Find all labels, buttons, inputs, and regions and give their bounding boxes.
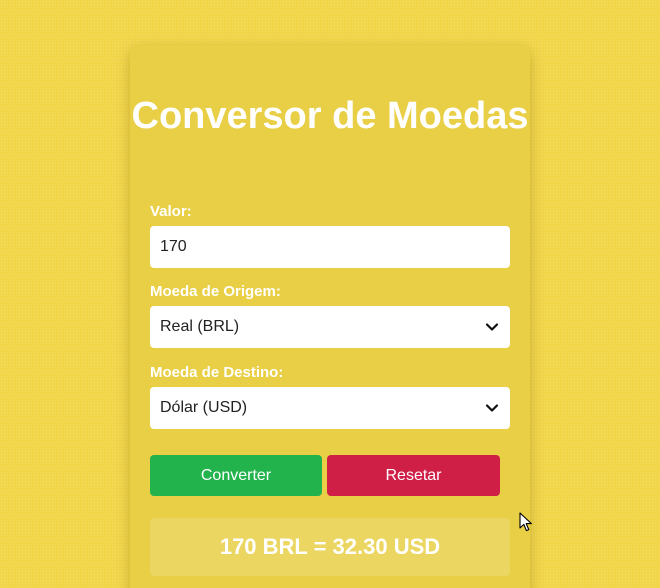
conversion-result-text: 170 BRL = 32.30 USD (219, 534, 441, 559)
conversion-result: 170 BRL = 32.30 USD (150, 518, 510, 576)
reset-button[interactable]: Resetar (327, 455, 500, 496)
convert-button[interactable]: Converter (150, 455, 322, 496)
to-currency-label: Moeda de Destino: (150, 364, 284, 381)
to-currency-select[interactable]: Dólar (USD) (150, 387, 510, 429)
mouse-cursor-icon (519, 512, 532, 532)
amount-input-value: 170 (160, 238, 187, 255)
from-currency-select[interactable]: Real (BRL) (150, 306, 510, 348)
to-currency-selected: Dólar (USD) (160, 399, 248, 416)
from-currency-label: Moeda de Origem: (150, 283, 281, 300)
chevron-down-icon (485, 404, 499, 412)
amount-input[interactable]: 170 (150, 226, 510, 268)
chevron-down-icon (485, 323, 499, 331)
converter-card: Conversor de Moedas Valor: 170 Moeda de … (130, 45, 530, 588)
page-title: Conversor de Moedas (131, 95, 529, 137)
amount-label: Valor: (150, 203, 192, 220)
from-currency-selected: Real (BRL) (160, 318, 240, 335)
